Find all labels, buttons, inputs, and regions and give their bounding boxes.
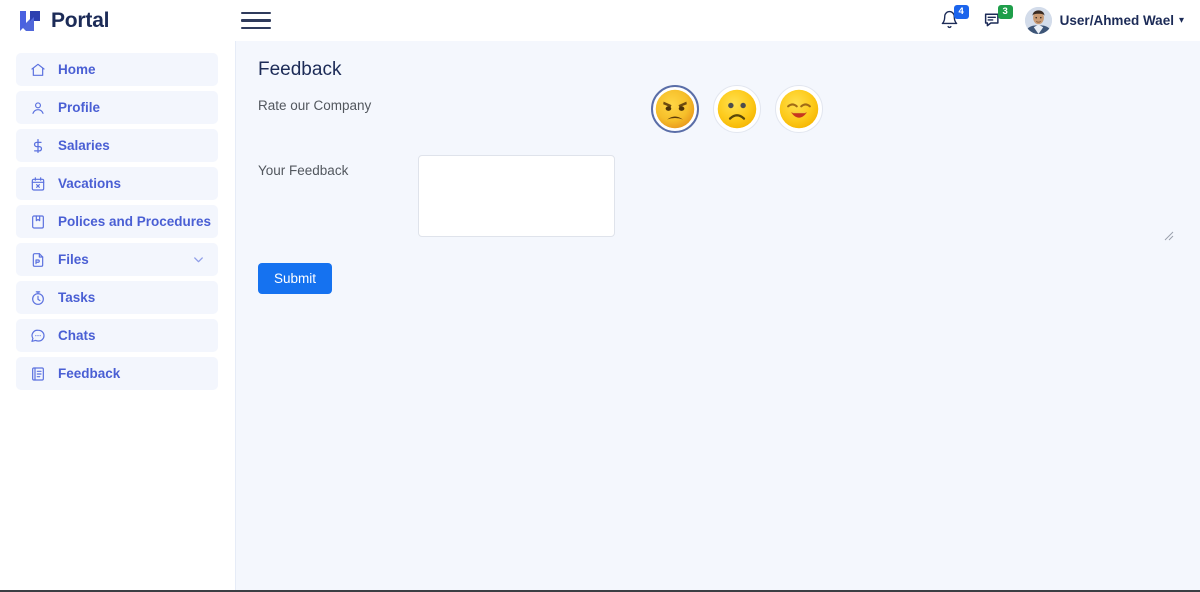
sidebar-item-vacations[interactable]: Vacations <box>16 167 218 200</box>
brand-name: Portal <box>51 8 110 32</box>
frowning-face-icon <box>716 88 758 130</box>
user-name-label: User/Ahmed Wael <box>1059 13 1174 28</box>
sidebar-item-polices-and-procedures[interactable]: Polices and Procedures <box>16 205 218 238</box>
hamburger-bar <box>241 26 271 30</box>
file-icon <box>30 252 46 268</box>
top-header: Portal 4 3 User/Ahmed Wael ▾ <box>0 0 1200 41</box>
user-menu[interactable]: User/Ahmed Wael ▾ <box>1024 7 1184 34</box>
sidebar-item-label: Profile <box>58 100 101 115</box>
sidebar-item-label: Vacations <box>58 176 122 191</box>
smiling-face-icon <box>778 88 820 130</box>
sidebar-item-home[interactable]: Home <box>16 53 218 86</box>
sidebar-item-tasks[interactable]: Tasks <box>16 281 218 314</box>
timer-icon <box>30 290 46 306</box>
feedback-textarea-wrapper <box>418 155 1176 242</box>
dollar-icon <box>30 138 46 154</box>
rating-options <box>298 85 1176 133</box>
messages-button[interactable]: 3 <box>981 4 1013 35</box>
feedback-label: Your Feedback <box>258 163 349 178</box>
rating-row: Rate our Company <box>258 85 1176 133</box>
hamburger-bar <box>241 11 271 15</box>
home-icon <box>30 62 46 78</box>
user-avatar-photo <box>1024 7 1052 34</box>
notifications-button[interactable]: 4 <box>937 4 969 35</box>
hamburger-menu-icon[interactable] <box>241 8 271 34</box>
resize-grip-icon <box>1162 228 1174 241</box>
sidebar-item-files[interactable]: Files <box>16 243 218 276</box>
sidebar-item-profile[interactable]: Profile <box>16 91 218 124</box>
caret-down-icon: ▾ <box>1178 15 1184 26</box>
sidebar-item-label: Home <box>58 62 96 77</box>
user-icon <box>30 100 46 116</box>
main-content: Feedback Rate our Company Your Feedback … <box>236 41 1200 590</box>
sidebar-item-label: Chats <box>58 328 96 343</box>
calendar-icon <box>30 176 46 192</box>
submit-row: Submit <box>258 263 1176 294</box>
sidebar-item-salaries[interactable]: Salaries <box>16 129 218 162</box>
sidebar-item-label: Feedback <box>58 366 121 381</box>
sidebar-item-feedback[interactable]: Feedback <box>16 357 218 390</box>
brand-logo[interactable]: Portal <box>0 9 236 33</box>
chat-icon <box>30 328 46 344</box>
feedback-textarea[interactable] <box>418 155 615 237</box>
submit-button[interactable]: Submit <box>258 263 333 294</box>
angry-face-icon <box>654 88 696 130</box>
portal-app: Portal 4 3 User/Ahmed Wael ▾ Home Profil… <box>0 0 1200 592</box>
sidebar-item-chats[interactable]: Chats <box>16 319 218 352</box>
chevron-down-icon[interactable] <box>191 252 206 267</box>
page-title: Feedback <box>258 59 342 80</box>
sidebar-item-label: Tasks <box>58 290 96 305</box>
header-actions: 4 3 User/Ahmed Wael ▾ <box>937 4 1200 35</box>
body-container: Home Profile Salaries Vacations Polices … <box>0 41 1200 590</box>
hamburger-bar <box>241 19 271 22</box>
sidebar-navigation: Home Profile Salaries Vacations Polices … <box>0 41 236 590</box>
feedback-row: Your Feedback <box>258 155 1176 242</box>
feedback-icon <box>30 366 46 382</box>
sidebar-item-label: Files <box>58 252 89 267</box>
rating-option-angry[interactable] <box>651 85 699 133</box>
rating-option-sad[interactable] <box>713 85 761 133</box>
notifications-badge: 4 <box>953 4 969 19</box>
portal-arrow-logo-icon <box>18 9 42 33</box>
sidebar-item-label: Polices and Procedures <box>58 214 212 229</box>
messages-badge: 3 <box>997 4 1013 19</box>
book-icon <box>30 214 46 230</box>
rating-option-happy[interactable] <box>775 85 823 133</box>
sidebar-item-label: Salaries <box>58 138 110 153</box>
